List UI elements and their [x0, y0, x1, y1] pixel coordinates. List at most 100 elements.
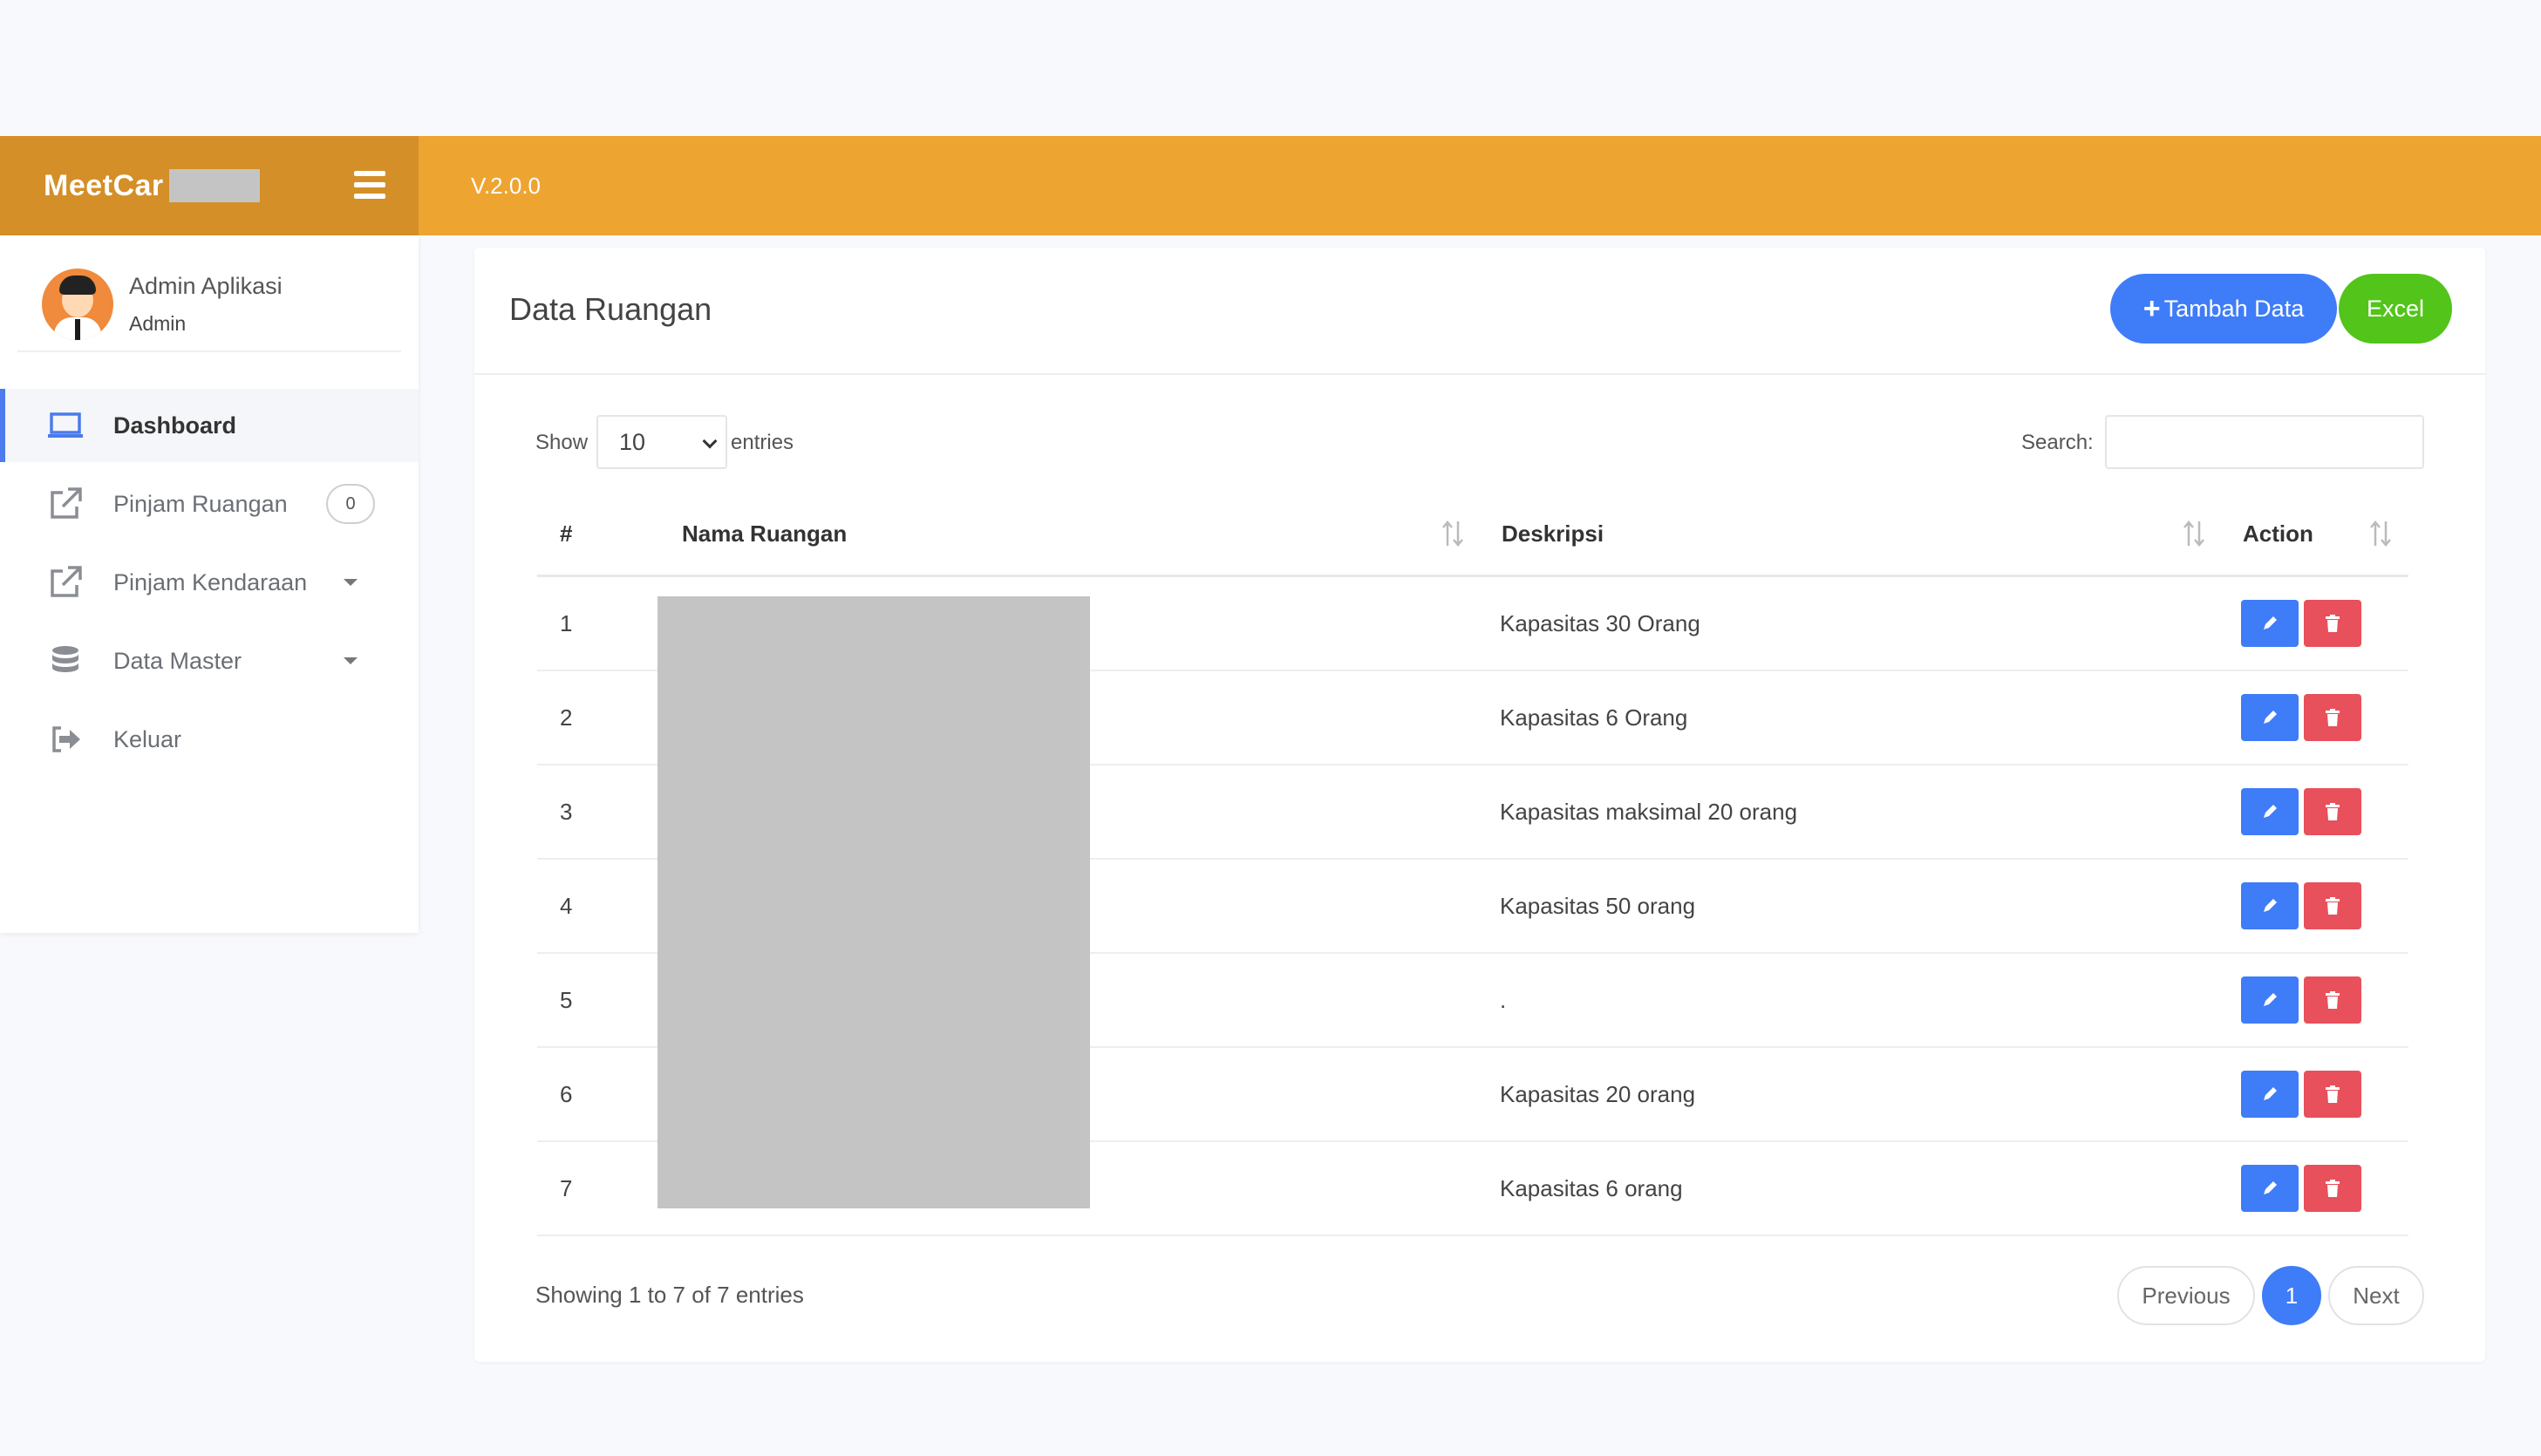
page-size-select[interactable]: 10 — [596, 415, 727, 469]
pagination: Previous 1 Next — [2117, 1266, 2424, 1325]
column-header-nama-ruangan[interactable]: Nama Ruangan — [661, 493, 1481, 575]
column-header-number[interactable]: # — [537, 493, 659, 575]
trash-icon — [2326, 991, 2340, 1009]
delete-button[interactable] — [2304, 788, 2361, 835]
action-cell — [2220, 860, 2407, 952]
delete-button[interactable] — [2304, 600, 2361, 647]
pencil-icon — [2264, 1181, 2277, 1194]
row-number: 5 — [560, 986, 573, 1013]
add-data-label: Tambah Data — [2163, 295, 2305, 322]
trash-icon — [2326, 1180, 2340, 1197]
column-header-deskripsi[interactable]: Deskripsi — [1481, 493, 2222, 575]
description-cell: Kapasitas maksimal 20 orang — [1500, 798, 1798, 825]
sidebar: Admin Aplikasi Admin Dashboard Pinjam Ru… — [0, 235, 419, 933]
brand: MeetCar — [0, 136, 419, 235]
external-link-icon — [47, 486, 84, 522]
laptop-icon — [47, 407, 84, 444]
action-cell — [2220, 1048, 2407, 1140]
edit-button[interactable] — [2241, 1071, 2299, 1118]
pencil-icon — [2264, 1087, 2277, 1100]
sidebar-item-pinjam-kendaraan[interactable]: Pinjam Kendaraan — [0, 546, 419, 619]
description-cell: Kapasitas 20 orang — [1500, 1080, 1696, 1107]
description-cell: . — [1500, 986, 1507, 1013]
sort-icon — [2370, 520, 2391, 547]
redacted-room-names — [657, 596, 1090, 1208]
card-header: Data Ruangan + Tambah Data Excel — [474, 248, 2485, 375]
column-header-action[interactable]: Action — [2222, 493, 2408, 575]
sidebar-item-pinjam-ruangan[interactable]: Pinjam Ruangan 0 — [0, 467, 419, 541]
delete-button[interactable] — [2304, 1165, 2361, 1212]
sidebar-item-keluar[interactable]: Keluar — [0, 703, 419, 776]
sidebar-nav: Dashboard Pinjam Ruangan 0 Pinjam Kendar… — [0, 389, 419, 776]
next-page-button[interactable]: Next — [2328, 1266, 2424, 1325]
row-number: 2 — [560, 704, 573, 731]
pencil-icon — [2264, 616, 2277, 629]
sort-icon — [2183, 520, 2204, 547]
sidebar-item-label: Dashboard — [113, 412, 237, 439]
description-cell: Kapasitas 6 Orang — [1500, 704, 1688, 731]
chevron-down-icon — [344, 657, 358, 664]
action-cell — [2220, 577, 2407, 670]
pencil-icon — [2264, 993, 2277, 1006]
add-data-button[interactable]: + Tambah Data — [2110, 274, 2337, 344]
edit-button[interactable] — [2241, 600, 2299, 647]
action-cell — [2220, 954, 2407, 1046]
topbar: MeetCar V.2.0.0 — [0, 136, 2541, 235]
edit-button[interactable] — [2241, 694, 2299, 741]
brand-redacted — [168, 169, 260, 202]
action-cell — [2220, 1142, 2407, 1235]
table-info: Showing 1 to 7 of 7 entries — [535, 1282, 804, 1308]
entries-label: entries — [731, 431, 794, 454]
row-number: 4 — [560, 892, 573, 919]
trash-icon — [2326, 897, 2340, 915]
row-number: 7 — [560, 1174, 573, 1201]
pencil-icon — [2264, 711, 2277, 724]
pencil-icon — [2264, 899, 2277, 912]
edit-button[interactable] — [2241, 976, 2299, 1024]
description-cell: Kapasitas 30 Orang — [1500, 609, 1700, 636]
page-1-button[interactable]: 1 — [2262, 1266, 2321, 1325]
app-version: V.2.0.0 — [471, 173, 542, 199]
description-cell: Kapasitas 6 orang — [1500, 1174, 1683, 1201]
trash-icon — [2326, 1085, 2340, 1103]
previous-page-button[interactable]: Previous — [2117, 1266, 2255, 1325]
count-badge: 0 — [326, 484, 375, 524]
action-cell — [2220, 765, 2407, 858]
sidebar-item-label: Keluar — [113, 725, 182, 752]
delete-button[interactable] — [2304, 1071, 2361, 1118]
search-input[interactable] — [2105, 415, 2424, 469]
trash-icon — [2326, 803, 2340, 820]
delete-button[interactable] — [2304, 976, 2361, 1024]
show-label: Show — [535, 431, 589, 454]
sidebar-item-label: Pinjam Ruangan — [113, 490, 288, 517]
row-number: 6 — [560, 1080, 573, 1107]
menu-toggle-icon[interactable] — [354, 171, 385, 199]
edit-button[interactable] — [2241, 1165, 2299, 1212]
brand-name: MeetCar — [44, 168, 164, 202]
sidebar-item-label: Data Master — [113, 647, 242, 674]
action-cell — [2220, 671, 2407, 764]
delete-button[interactable] — [2304, 694, 2361, 741]
external-link-icon — [47, 564, 84, 601]
sidebar-item-dashboard[interactable]: Dashboard — [0, 389, 419, 462]
user-panel: Admin Aplikasi Admin — [0, 235, 419, 350]
row-number: 1 — [560, 609, 573, 636]
excel-button[interactable]: Excel — [2339, 274, 2452, 344]
plus-icon: + — [2142, 291, 2161, 325]
database-icon — [47, 643, 84, 679]
chevron-down-icon — [344, 579, 358, 586]
sort-icon — [1442, 520, 1463, 547]
user-role: Admin — [129, 312, 187, 335]
chevron-down-icon — [702, 433, 718, 449]
search-label: Search: — [2021, 431, 2094, 454]
description-cell: Kapasitas 50 orang — [1500, 892, 1696, 919]
delete-button[interactable] — [2304, 882, 2361, 929]
page-size-value: 10 — [619, 429, 646, 455]
row-number: 3 — [560, 798, 573, 825]
sidebar-item-data-master[interactable]: Data Master — [0, 624, 419, 697]
page-title: Data Ruangan — [509, 291, 712, 327]
edit-button[interactable] — [2241, 788, 2299, 835]
edit-button[interactable] — [2241, 882, 2299, 929]
sidebar-divider — [17, 350, 401, 352]
user-name: Admin Aplikasi — [129, 273, 283, 299]
